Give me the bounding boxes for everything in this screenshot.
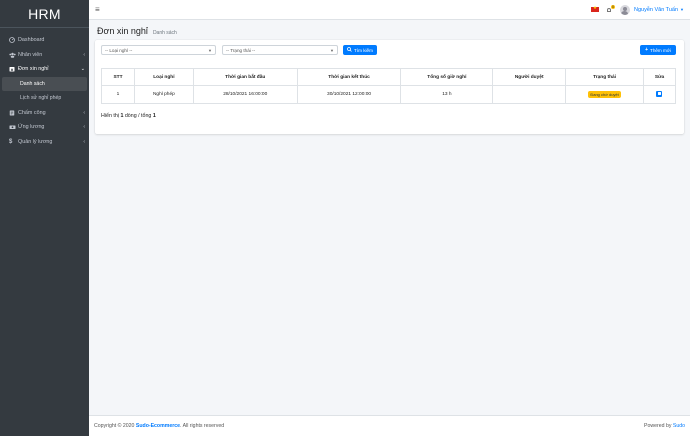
sidebar-item-attendance[interactable]: Chấm công ‹	[0, 106, 89, 121]
leave-type-select[interactable]: -- Loại nghỉ -- ▼	[101, 45, 216, 55]
column-header[interactable]: STT	[101, 68, 135, 86]
sidebar-item-label: Ứng lương	[18, 124, 45, 131]
top-navbar: ≡ 0 Nguyễn Văn Tuấn ▼	[89, 0, 690, 20]
powered-by-link[interactable]: Sudo	[673, 423, 685, 429]
dollar-icon: $	[9, 138, 13, 145]
user-menu-name[interactable]: Nguyễn Văn Tuấn	[634, 7, 678, 13]
sidebar-nav: Dashboard Nhân viên ‹ Đơn xin nghỉ ⌄ Dan…	[0, 28, 89, 149]
users-icon	[9, 52, 18, 58]
status-select[interactable]: -- Trạng thái -- ▼	[222, 45, 338, 55]
copyright-prefix: Copyright © 2020	[94, 423, 136, 429]
sidebar-item-label: Nhân viên	[18, 51, 43, 58]
cell-edit	[642, 85, 677, 104]
sidebar-item-label: Dashboard	[18, 37, 45, 44]
clock-icon	[9, 110, 18, 116]
copyright-text: Copyright © 2020 Sudo-Ecommerce. All rig…	[94, 423, 224, 429]
add-new-button-label: Thêm mới	[650, 47, 671, 53]
powered-by-text: Powered by Sudo	[644, 423, 685, 429]
column-header[interactable]: Trạng thái	[565, 68, 644, 86]
chevron-left-icon: ‹	[83, 51, 85, 58]
powered-prefix: Powered by	[644, 423, 673, 429]
column-header[interactable]: Thời gian bắt đầu	[192, 68, 298, 86]
leave-type-select-value: -- Loại nghỉ --	[105, 47, 133, 53]
chevron-down-icon: ▼	[208, 47, 212, 53]
sidebar-item-salary-management[interactable]: $ Quản lý lương ‹	[0, 135, 89, 150]
plus-icon: +	[645, 47, 649, 53]
table-header-row: STT Loại nghỉ Thời gian bắt đầu Thời gia…	[101, 68, 677, 86]
cell-end-time: 30/10/2021 12:00:00	[296, 85, 402, 104]
caret-down-icon[interactable]: ▼	[680, 7, 684, 12]
chevron-left-icon: ‹	[83, 109, 85, 116]
money-icon	[9, 124, 18, 130]
pagination-summary: Hiển thị 1 dòng / tổng 1	[101, 113, 156, 119]
sidebar-item-label: Đơn xin nghỉ	[18, 66, 49, 73]
brand-logo[interactable]: HRM	[0, 0, 89, 28]
notification-badge: 0	[610, 4, 615, 9]
sidebar-subitem-list[interactable]: Danh sách	[2, 76, 87, 91]
column-header[interactable]: Loại nghỉ	[133, 68, 194, 86]
sidebar-item-label: Chấm công	[18, 109, 46, 116]
cell-leave-type: Nghỉ phép	[133, 85, 194, 104]
summary-prefix: Hiển thị	[101, 113, 121, 119]
sidebar-item-salary-advance[interactable]: Ứng lương ‹	[0, 120, 89, 135]
sidebar-item-dashboard[interactable]: Dashboard	[0, 33, 89, 48]
company-link[interactable]: Sudo-Ecommerce	[136, 423, 180, 429]
sidebar: HRM Dashboard Nhân viên ‹ Đơn xin nghỉ ⌄…	[0, 0, 89, 436]
search-button-label: Tìm kiếm	[354, 47, 373, 53]
summary-middle: dòng / tổng	[123, 113, 153, 119]
cell-total-hours: 13 h	[400, 85, 494, 104]
cell-stt: 1	[101, 85, 135, 104]
vietnam-flag-icon[interactable]	[590, 5, 599, 13]
sidebar-subitem-leave-history[interactable]: Lịch sử nghỉ phép	[0, 91, 89, 106]
status-select-value: -- Trạng thái --	[226, 47, 256, 53]
summary-total: 1	[152, 113, 156, 119]
edit-icon[interactable]	[656, 90, 663, 97]
avatar[interactable]	[619, 4, 630, 15]
cell-status: Đang chờ duyệt	[565, 85, 644, 104]
add-new-button[interactable]: + Thêm mới	[640, 45, 676, 55]
chevron-down-icon: ▼	[330, 47, 334, 53]
dashboard-icon	[9, 37, 18, 44]
chevron-down-icon: ⌄	[80, 66, 85, 73]
column-header[interactable]: Người duyệt	[492, 68, 567, 86]
chevron-left-icon: ‹	[83, 124, 85, 131]
calendar-x-icon	[9, 66, 18, 72]
menu-toggle-icon[interactable]: ≡	[95, 5, 105, 14]
column-header[interactable]: Thời gian kết thúc	[296, 68, 402, 86]
notifications-button[interactable]: 0	[605, 4, 615, 14]
sidebar-item-leave-requests[interactable]: Đơn xin nghỉ ⌄	[0, 62, 89, 77]
cell-start-time: 28/10/2021 16:00:00	[192, 85, 298, 104]
column-header[interactable]: Tổng số giờ nghỉ	[400, 68, 494, 86]
sidebar-item-label: Quản lý lương	[18, 138, 53, 145]
search-icon	[347, 46, 352, 54]
leave-requests-card: -- Loại nghỉ -- ▼ -- Trạng thái -- ▼ Tìm…	[95, 40, 684, 134]
chevron-left-icon: ‹	[83, 138, 85, 145]
search-button[interactable]: Tìm kiếm	[343, 45, 377, 55]
column-header[interactable]: Sửa	[642, 68, 677, 86]
leave-requests-table: STT Loại nghỉ Thời gian bắt đầu Thời gia…	[101, 68, 677, 104]
page-title: Đơn xin nghỉ	[97, 26, 148, 36]
table-row: 1 Nghỉ phép 28/10/2021 16:00:00 30/10/20…	[101, 85, 677, 104]
content-header: Đơn xin nghỉ Danh sách	[97, 26, 177, 36]
footer: Copyright © 2020 Sudo-Ecommerce. All rig…	[89, 415, 690, 436]
sidebar-item-employees[interactable]: Nhân viên ‹	[0, 48, 89, 63]
copyright-suffix: . All rights reserved	[180, 423, 225, 429]
cell-approver	[492, 85, 567, 104]
page-subtitle: Danh sách	[152, 30, 177, 36]
status-badge: Đang chờ duyệt	[588, 91, 621, 98]
